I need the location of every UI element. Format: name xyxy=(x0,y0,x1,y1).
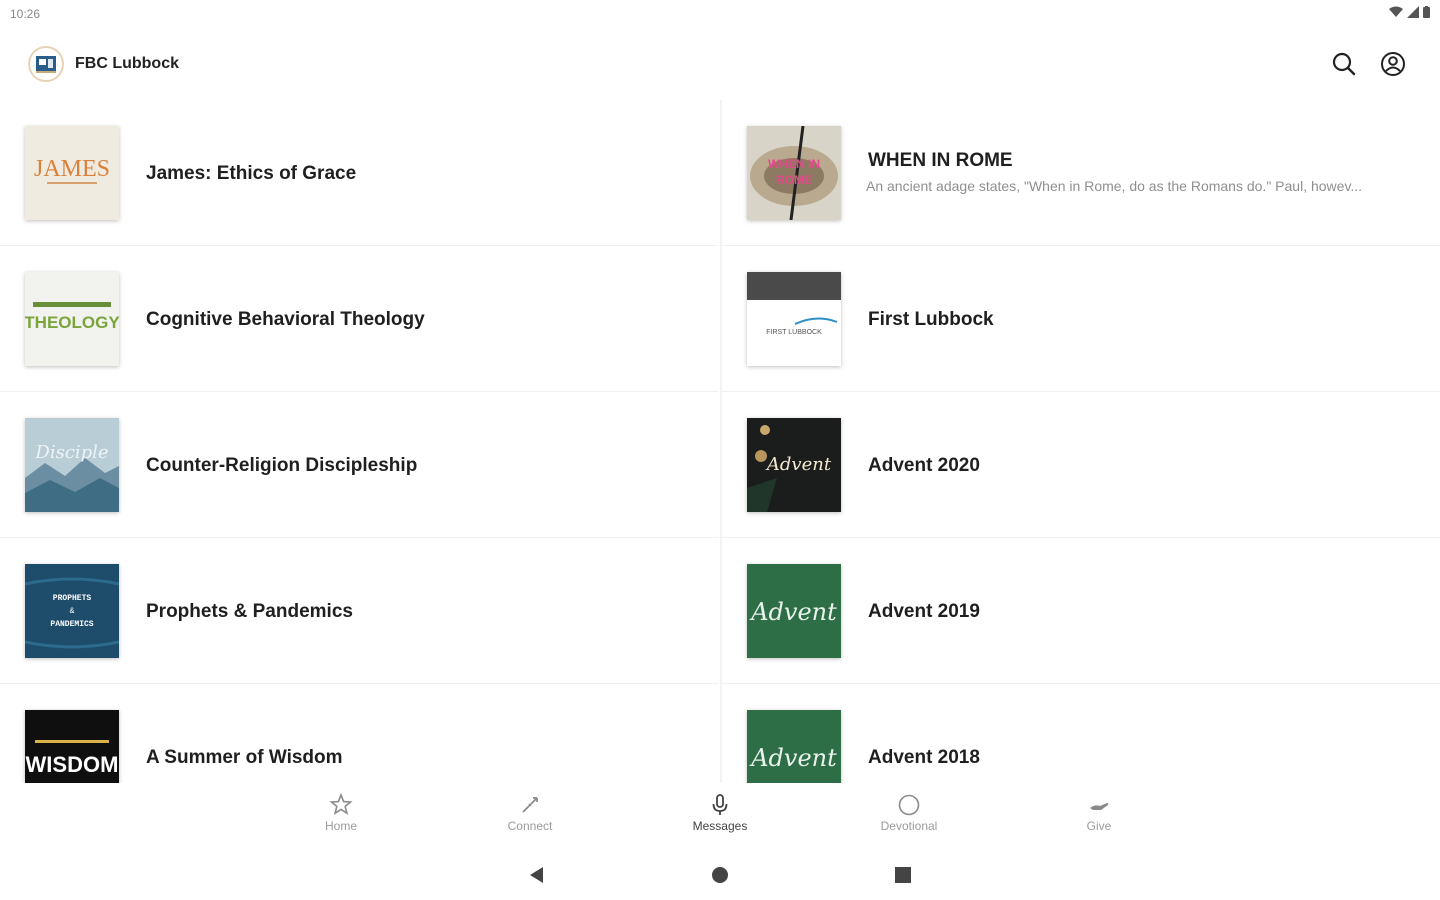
home-circle-icon xyxy=(712,867,728,883)
series-item[interactable]: PROPHETS & PANDEMICS Prophets & Pandemics xyxy=(0,538,718,684)
series-column-left: JAMES James: Ethics of Grace THEOLOGY Co… xyxy=(0,100,720,783)
account-circle-icon xyxy=(1381,52,1405,76)
search-button[interactable] xyxy=(1330,50,1358,78)
nav-label: Home xyxy=(324,819,357,833)
svg-text:PROPHETS: PROPHETS xyxy=(53,594,92,603)
recents-square-icon xyxy=(895,867,911,883)
series-title: Prophets & Pandemics xyxy=(146,601,353,622)
battery-icon xyxy=(1423,6,1430,18)
series-thumbnail: PROPHETS & PANDEMICS xyxy=(25,564,119,658)
svg-text:Advent: Advent xyxy=(749,744,837,772)
recents-button[interactable] xyxy=(891,863,915,887)
series-title: Counter-Religion Discipleship xyxy=(146,455,418,476)
home-button[interactable] xyxy=(708,863,732,887)
status-bar: 10:26 xyxy=(0,0,1440,28)
svg-text:JAMES: JAMES xyxy=(34,156,110,182)
status-time: 10:26 xyxy=(10,7,41,21)
give-icon xyxy=(1090,803,1109,810)
series-title: James: Ethics of Grace xyxy=(146,163,357,184)
nav-label: Give xyxy=(1086,819,1112,833)
svg-text:ROME: ROME xyxy=(776,173,812,187)
series-list: JAMES James: Ethics of Grace THEOLOGY Co… xyxy=(0,100,1440,783)
series-title: Advent 2020 xyxy=(868,455,980,476)
svg-text:PANDEMICS: PANDEMICS xyxy=(50,620,93,629)
series-title: Cognitive Behavioral Theology xyxy=(146,309,425,330)
svg-text:WHEN IN: WHEN IN xyxy=(768,157,820,171)
series-description: An ancient adage states, "When in Rome, … xyxy=(866,178,1363,194)
svg-text:Advent: Advent xyxy=(749,598,837,626)
nav-home[interactable]: Home xyxy=(291,793,391,841)
series-column-right: WHEN IN ROME WHEN IN ROME An ancient adag… xyxy=(722,100,1440,783)
series-item[interactable]: Advent Advent 2020 xyxy=(722,392,1440,538)
church-logo-icon xyxy=(28,46,64,82)
nav-messages[interactable]: Messages xyxy=(670,793,770,841)
series-thumbnail: THEOLOGY xyxy=(25,272,119,366)
back-button[interactable] xyxy=(525,863,549,887)
app-header: FBC Lubbock xyxy=(0,28,1440,100)
nav-devotional[interactable]: Devotional xyxy=(859,793,959,841)
series-thumbnail: Advent xyxy=(747,418,841,512)
search-icon xyxy=(1332,52,1356,76)
series-item[interactable]: JAMES James: Ethics of Grace xyxy=(0,100,718,246)
series-item[interactable]: Advent Advent 2019 xyxy=(722,538,1440,684)
bottom-navigation: Home Connect Messages Devotional Give xyxy=(0,783,1440,843)
series-item[interactable]: Disciple Counter-Religion Discipleship xyxy=(0,392,718,538)
nav-label: Messages xyxy=(692,819,748,833)
svg-text:THEOLOGY: THEOLOGY xyxy=(25,313,119,332)
back-triangle-icon xyxy=(530,867,543,883)
system-navigation-bar xyxy=(0,843,1440,900)
series-item[interactable]: THEOLOGY Cognitive Behavioral Theology xyxy=(0,246,718,392)
series-thumbnail: Advent xyxy=(747,564,841,658)
svg-text:&: & xyxy=(70,607,75,616)
series-title: WHEN IN ROME xyxy=(868,150,1013,171)
series-item[interactable]: FIRST LUBBOCK First Lubbock xyxy=(722,246,1440,392)
series-thumbnail: JAMES xyxy=(25,126,119,220)
nav-label: Connect xyxy=(507,819,553,833)
svg-text:Disciple: Disciple xyxy=(34,442,108,463)
series-thumbnail: Advent xyxy=(747,710,841,783)
series-title: Advent 2018 xyxy=(868,747,980,768)
connect-icon xyxy=(522,797,538,813)
series-thumbnail: FIRST LUBBOCK xyxy=(747,272,841,366)
series-title: A Summer of Wisdom xyxy=(146,747,343,768)
series-title: First Lubbock xyxy=(868,309,994,330)
series-item[interactable]: Advent Advent 2018 xyxy=(722,684,1440,783)
profile-button[interactable] xyxy=(1379,50,1407,78)
status-icons xyxy=(1389,6,1430,18)
wifi-icon xyxy=(1389,6,1403,17)
svg-text:FIRST LUBBOCK: FIRST LUBBOCK xyxy=(766,329,822,336)
svg-text:Advent: Advent xyxy=(765,454,832,475)
signal-icon xyxy=(1407,6,1419,18)
app-title: FBC Lubbock xyxy=(75,55,179,72)
series-item[interactable]: WISDOM A Summer of Wisdom xyxy=(0,684,718,783)
nav-give[interactable]: Give xyxy=(1049,793,1149,841)
nav-connect[interactable]: Connect xyxy=(480,793,580,841)
star-icon xyxy=(329,793,353,815)
microphone-icon xyxy=(712,794,728,815)
series-thumbnail: WISDOM xyxy=(25,710,119,783)
series-title: Advent 2019 xyxy=(868,601,980,622)
svg-text:WISDOM: WISDOM xyxy=(26,752,119,777)
circle-icon xyxy=(898,794,920,816)
nav-label: Devotional xyxy=(880,819,938,833)
series-thumbnail: WHEN IN ROME xyxy=(747,126,841,220)
series-item[interactable]: WHEN IN ROME WHEN IN ROME An ancient adag… xyxy=(722,100,1440,246)
series-thumbnail: Disciple xyxy=(25,418,119,512)
